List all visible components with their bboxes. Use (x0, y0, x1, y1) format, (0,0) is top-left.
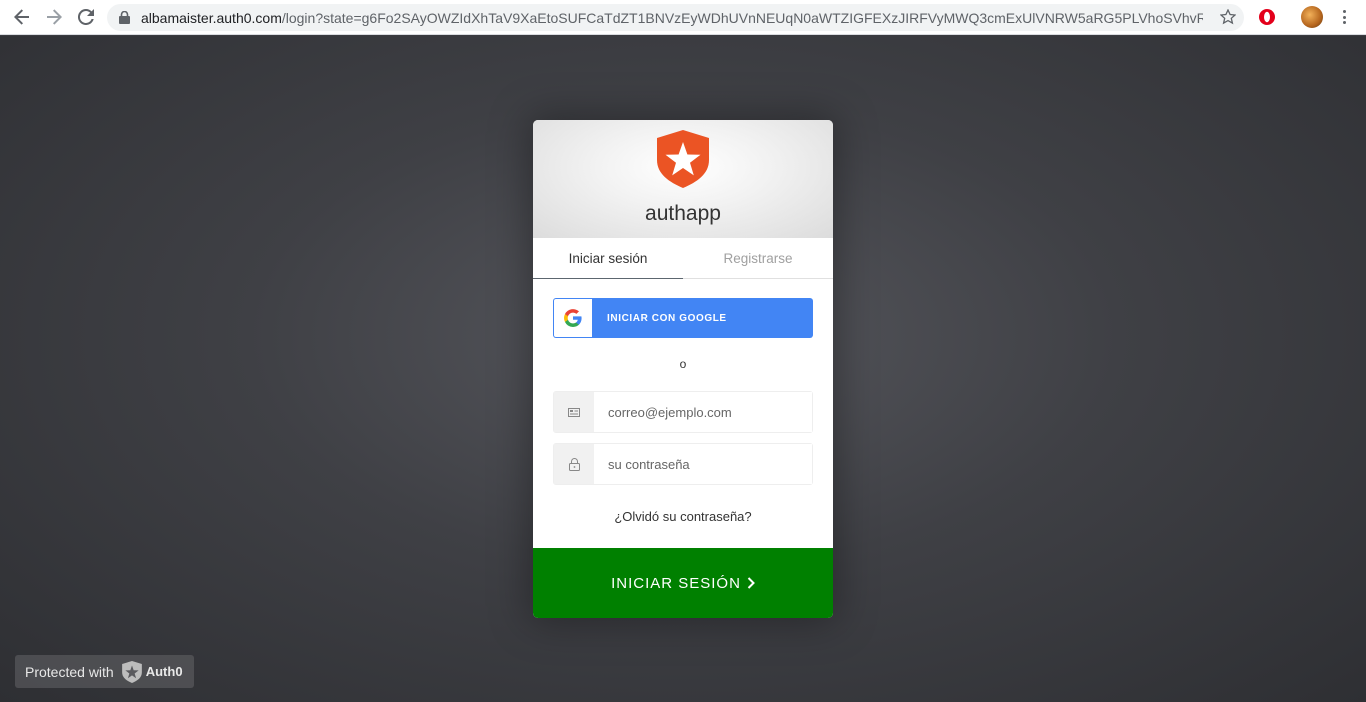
password-field (553, 443, 813, 485)
auth0-logo-icon (657, 130, 709, 188)
arrow-left-icon (14, 9, 29, 25)
or-separator: o (679, 357, 687, 371)
login-widget: authapp Iniciar sesión Registrarse INICI… (533, 120, 833, 618)
google-login-button[interactable]: INICIAR CON GOOGLE (553, 298, 813, 338)
tab-login[interactable]: Iniciar sesión (533, 238, 683, 279)
arrow-right-icon (47, 9, 62, 25)
auth-tabs: Iniciar sesión Registrarse (533, 238, 833, 279)
protected-with-badge[interactable]: Protected with Auth0 (15, 655, 194, 688)
google-icon (554, 299, 592, 337)
email-field (553, 391, 813, 433)
reload-button[interactable] (75, 6, 97, 28)
url-text: albamaister.auth0.com/login?state=g6Fo2S… (141, 10, 1203, 26)
lock-icon (119, 11, 131, 25)
submit-label: INICIAR SESIÓN (611, 574, 741, 592)
tab-signup[interactable]: Registrarse (683, 238, 833, 279)
email-input[interactable] (594, 392, 812, 432)
url-host: albamaister.auth0.com (141, 9, 282, 26)
chevron-right-icon (747, 577, 755, 589)
forward-button[interactable] (43, 6, 65, 28)
widget-header: authapp (533, 120, 833, 238)
url-path: /login?state=g6Fo2SAyOWZIdXhTaV9XaEtoSUF… (281, 9, 1203, 26)
login-submit-button[interactable]: INICIAR SESIÓN (533, 548, 833, 618)
google-button-label: INICIAR CON GOOGLE (607, 312, 727, 324)
profile-avatar[interactable] (1301, 6, 1323, 28)
reload-icon (78, 9, 94, 25)
badge-brand: Auth0 (145, 664, 183, 679)
envelope-icon (554, 392, 594, 432)
app-name: authapp (645, 202, 721, 225)
browser-toolbar: albamaister.auth0.com/login?state=g6Fo2S… (0, 0, 1366, 35)
browser-menu-icon[interactable] (1336, 8, 1352, 26)
auth0-badge-logo-icon (121, 660, 142, 683)
bookmark-star-icon[interactable] (1220, 9, 1236, 25)
password-input[interactable] (594, 444, 812, 484)
forgot-password-link[interactable]: ¿Olvidó su contraseña? (533, 509, 833, 524)
opera-extension-icon[interactable] (1258, 8, 1276, 26)
back-button[interactable] (11, 6, 33, 28)
address-bar[interactable]: albamaister.auth0.com/login?state=g6Fo2S… (107, 4, 1244, 31)
padlock-icon (554, 444, 594, 484)
badge-text: Protected with (25, 663, 114, 680)
